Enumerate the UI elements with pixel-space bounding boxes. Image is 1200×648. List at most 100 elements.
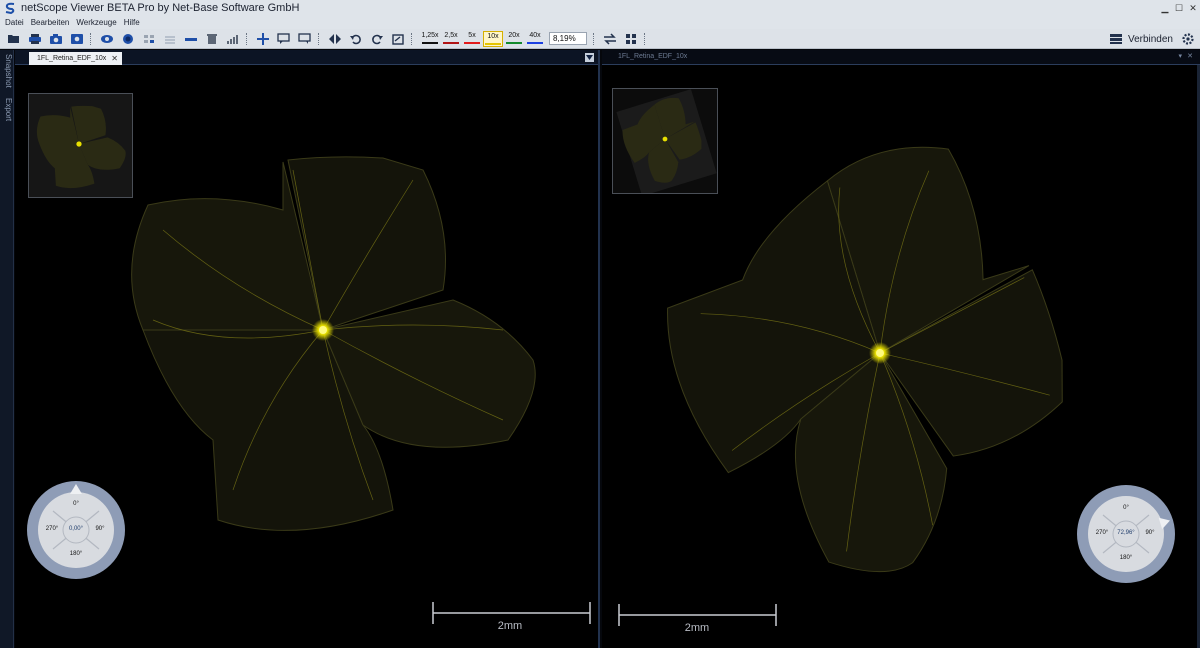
camera-button[interactable] — [48, 31, 64, 47]
toolbar-grip[interactable] — [593, 32, 596, 45]
zoom-label: 5x — [468, 31, 476, 39]
maximize-button[interactable]: ☐ — [1172, 0, 1186, 16]
left-rotation-compass[interactable]: 0° 270° 90° 180° 0,00° — [26, 480, 126, 580]
toolbar-grip[interactable] — [90, 32, 93, 45]
menu-hilfe[interactable]: Hilfe — [124, 18, 140, 27]
toolbar-grip[interactable] — [411, 32, 414, 45]
target-button[interactable] — [120, 31, 136, 47]
zoom-color-swatch — [527, 41, 543, 44]
menu-werkzeuge[interactable]: Werkzeuge — [76, 18, 116, 27]
settings-button[interactable] — [1180, 31, 1196, 47]
pin-icon[interactable]: ▾ — [1178, 52, 1182, 60]
folder-icon — [8, 34, 19, 43]
title-bar: netScope Viewer BETA Pro by Net-Base Sof… — [0, 0, 1200, 16]
zoom-percent-input[interactable]: 8,19% — [549, 32, 587, 45]
comment-icon — [298, 32, 311, 44]
print-button[interactable] — [27, 31, 43, 47]
layers-icon — [144, 34, 154, 43]
zoom-color-swatch — [422, 41, 438, 44]
rotate-right-icon — [372, 34, 383, 44]
right-tab-bar: 1FL_Retina_EDF_10x ▾ ✕ — [602, 50, 1200, 65]
chevron-down-icon — [586, 55, 593, 60]
compass-top: 0° — [73, 501, 79, 507]
menu-bearbeiten[interactable]: Bearbeiten — [31, 18, 70, 27]
left-document-tab[interactable]: 1FL_Retina_EDF_10x ✕ — [29, 52, 122, 65]
close-pane-icon[interactable]: ✕ — [1187, 52, 1193, 60]
right-image-viewer[interactable]: 2mm 0° 270° 90° 180° 72,96° — [602, 66, 1197, 648]
compass-right: 90° — [1145, 530, 1155, 536]
main-toolbar: 1,25x 2,5x 5x 10x 20x 40x 8,19% Verbinden — [0, 29, 1200, 49]
rotate-left-icon — [350, 34, 361, 44]
reset-view-button[interactable] — [390, 31, 406, 47]
rotate-right-button[interactable] — [369, 31, 385, 47]
compass-center-value[interactable]: 72,96° — [1110, 530, 1142, 536]
bar-button[interactable] — [183, 31, 199, 47]
trash-icon — [207, 33, 217, 44]
move-tool-button[interactable] — [255, 31, 271, 47]
dock-tab-export[interactable]: Export — [1, 98, 13, 121]
layers-button[interactable] — [141, 31, 157, 47]
server-icon — [1109, 34, 1122, 44]
reset-view-icon — [392, 33, 404, 45]
connect-label: Verbinden — [1127, 33, 1173, 45]
stack-icon — [165, 35, 175, 44]
zoom-button[interactable]: 20x — [504, 31, 524, 47]
stack-button[interactable] — [162, 31, 178, 47]
zoom-color-swatch — [464, 41, 480, 44]
minimize-button[interactable]: ▁ — [1158, 0, 1172, 16]
connect-button[interactable]: Verbinden — [1104, 31, 1178, 47]
pane-menu-dropdown[interactable] — [585, 53, 594, 62]
toolbar-grip[interactable] — [246, 32, 249, 45]
rotate-left-button[interactable] — [348, 31, 364, 47]
move-arrows-icon — [257, 32, 269, 45]
compass-left: 270° — [45, 526, 59, 532]
compass-center-value[interactable]: 0,00° — [60, 526, 92, 532]
left-tab-label: 1FL_Retina_EDF_10x — [37, 55, 107, 62]
zoom-button[interactable]: 40x — [525, 31, 545, 47]
compass-bottom: 180° — [1119, 555, 1133, 561]
grid-layout-button[interactable] — [623, 31, 639, 47]
eye-button[interactable] — [99, 31, 115, 47]
right-overview-thumbnail[interactable] — [612, 88, 718, 197]
window-title: netScope Viewer BETA Pro by Net-Base Sof… — [21, 2, 300, 14]
snapshot-button[interactable] — [69, 31, 85, 47]
right-rotation-compass[interactable]: 0° 270° 90° 180° 72,96° — [1076, 484, 1176, 584]
compass-bottom: 180° — [69, 551, 83, 557]
toolbar-grip[interactable] — [644, 32, 647, 45]
left-tab-bar: 1FL_Retina_EDF_10x ✕ — [15, 50, 598, 65]
flip-button[interactable] — [327, 31, 343, 47]
dock-strip: Snapshot Export — [0, 50, 14, 648]
zoom-button[interactable]: 5x — [462, 31, 482, 47]
zoom-button[interactable]: 1,25x — [420, 31, 440, 47]
menu-datei[interactable]: Datei — [5, 18, 24, 27]
toolbar-grip[interactable] — [318, 32, 321, 45]
zoom-button[interactable]: 2,5x — [441, 31, 461, 47]
dock-tab-snapshot[interactable]: Snapshot — [1, 54, 13, 88]
left-viewer-pane: 1FL_Retina_EDF_10x ✕ 2mm 0° 270° 90° 180… — [15, 50, 600, 648]
app-logo-icon — [3, 1, 17, 15]
close-tab-icon[interactable]: ✕ — [111, 54, 118, 63]
trash-button[interactable] — [204, 31, 220, 47]
menu-bar: Datei Bearbeiten Werkzeuge Hilfe — [0, 16, 1200, 29]
comment-button[interactable] — [297, 31, 313, 47]
left-overview-thumbnail[interactable] — [28, 93, 133, 198]
left-image-viewer[interactable]: 2mm 0° 270° 90° 180° 0,00° — [15, 66, 600, 648]
sync-views-button[interactable] — [602, 31, 618, 47]
close-button[interactable]: ✕ — [1186, 0, 1200, 16]
zoom-label: 40x — [529, 31, 541, 39]
zoom-label: 2,5x — [444, 31, 458, 39]
signal-button[interactable] — [225, 31, 241, 47]
swap-arrows-icon — [604, 32, 616, 45]
right-tab-label[interactable]: 1FL_Retina_EDF_10x — [618, 53, 687, 60]
grid-layout-icon — [626, 33, 636, 44]
open-folder-button[interactable] — [6, 31, 22, 47]
flip-icon — [329, 33, 341, 44]
window-controls: ▁ ☐ ✕ — [1158, 0, 1200, 16]
zoom-button[interactable]: 10x — [483, 30, 503, 47]
gear-icon — [1182, 33, 1194, 45]
annotation-button[interactable] — [276, 31, 292, 47]
camera-icon — [50, 33, 62, 44]
signal-bars-icon — [227, 34, 238, 44]
zoom-level-group: 1,25x 2,5x 5x 10x 20x 40x — [420, 30, 546, 47]
compass-left: 270° — [1095, 530, 1109, 536]
